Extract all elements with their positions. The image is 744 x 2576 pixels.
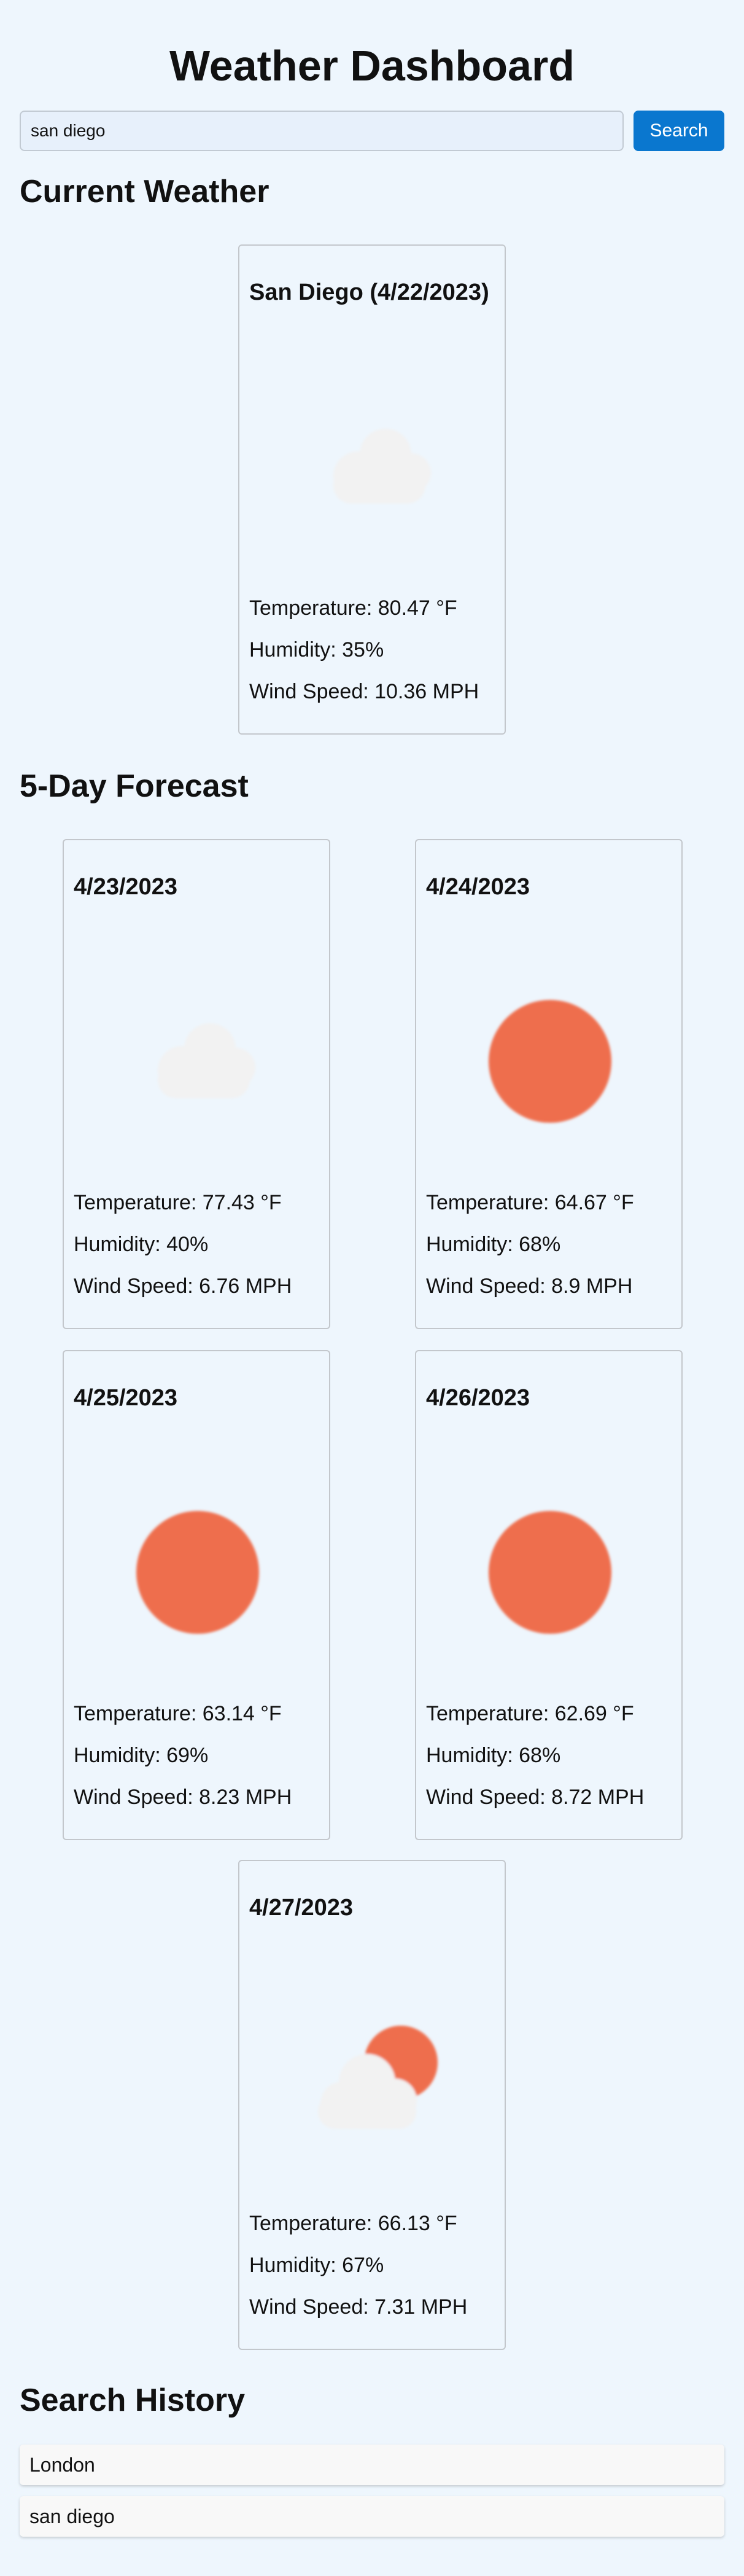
current-wind-speed: Wind Speed: 10.36 MPH (249, 680, 479, 703)
current-temperature: Temperature: 80.47 °F (249, 596, 457, 620)
forecast-date: 4/25/2023 (74, 1385, 178, 1411)
search-history-heading: Search History (20, 2383, 246, 2418)
forecast-card: 4/27/2023 Temperature: 66.13 °F Humidity… (238, 1860, 506, 2350)
current-weather-card: San Diego (4/22/2023) Temperature: 80.47… (238, 244, 506, 735)
sun-behind-cloud-icon (318, 2026, 438, 2129)
current-city-date: San Diego (4/22/2023) (249, 279, 489, 305)
forecast-card: 4/26/2023 Temperature: 62.69 °F Humidity… (415, 1350, 683, 1840)
forecast-date: 4/27/2023 (249, 1895, 354, 1921)
sun-icon (489, 1000, 611, 1123)
sun-icon (489, 1511, 611, 1634)
forecast-wind-speed: Wind Speed: 8.23 MPH (74, 1786, 292, 1809)
history-item-london[interactable]: London (20, 2445, 724, 2485)
forecast-temperature: Temperature: 77.43 °F (74, 1191, 282, 1214)
search-button[interactable]: Search (634, 111, 724, 151)
forecast-date: 4/23/2023 (74, 874, 178, 900)
forecast-temperature: Temperature: 64.67 °F (426, 1191, 634, 1214)
forecast-date: 4/26/2023 (426, 1385, 530, 1411)
forecast-wind-speed: Wind Speed: 7.31 MPH (249, 2295, 468, 2319)
forecast-card: 4/23/2023 Temperature: 77.43 °F Humidity… (63, 839, 330, 1329)
forecast-wind-speed: Wind Speed: 8.9 MPH (426, 1274, 633, 1298)
forecast-card: 4/24/2023 Temperature: 64.67 °F Humidity… (415, 839, 683, 1329)
forecast-humidity: Humidity: 68% (426, 1233, 561, 1256)
sun-icon (136, 1511, 259, 1634)
forecast-humidity: Humidity: 68% (426, 1744, 561, 1767)
cloud-icon (158, 1023, 255, 1098)
page-title: Weather Dashboard (169, 42, 575, 90)
forecast-wind-speed: Wind Speed: 6.76 MPH (74, 1274, 292, 1298)
forecast-humidity: Humidity: 40% (74, 1233, 209, 1256)
current-humidity: Humidity: 35% (249, 638, 384, 662)
search-bar: Search (20, 111, 724, 151)
forecast-temperature: Temperature: 66.13 °F (249, 2212, 457, 2235)
search-input[interactable] (20, 111, 624, 151)
forecast-humidity: Humidity: 69% (74, 1744, 209, 1767)
forecast-date: 4/24/2023 (426, 874, 530, 900)
forecast-card: 4/25/2023 Temperature: 63.14 °F Humidity… (63, 1350, 330, 1840)
forecast-temperature: Temperature: 63.14 °F (74, 1702, 282, 1725)
forecast-humidity: Humidity: 67% (249, 2254, 384, 2277)
current-weather-heading: Current Weather (20, 174, 269, 209)
cloud-icon (333, 429, 431, 504)
forecast-wind-speed: Wind Speed: 8.72 MPH (426, 1786, 645, 1809)
forecast-heading: 5-Day Forecast (20, 768, 249, 804)
forecast-temperature: Temperature: 62.69 °F (426, 1702, 634, 1725)
history-item-san-diego[interactable]: san diego (20, 2496, 724, 2537)
